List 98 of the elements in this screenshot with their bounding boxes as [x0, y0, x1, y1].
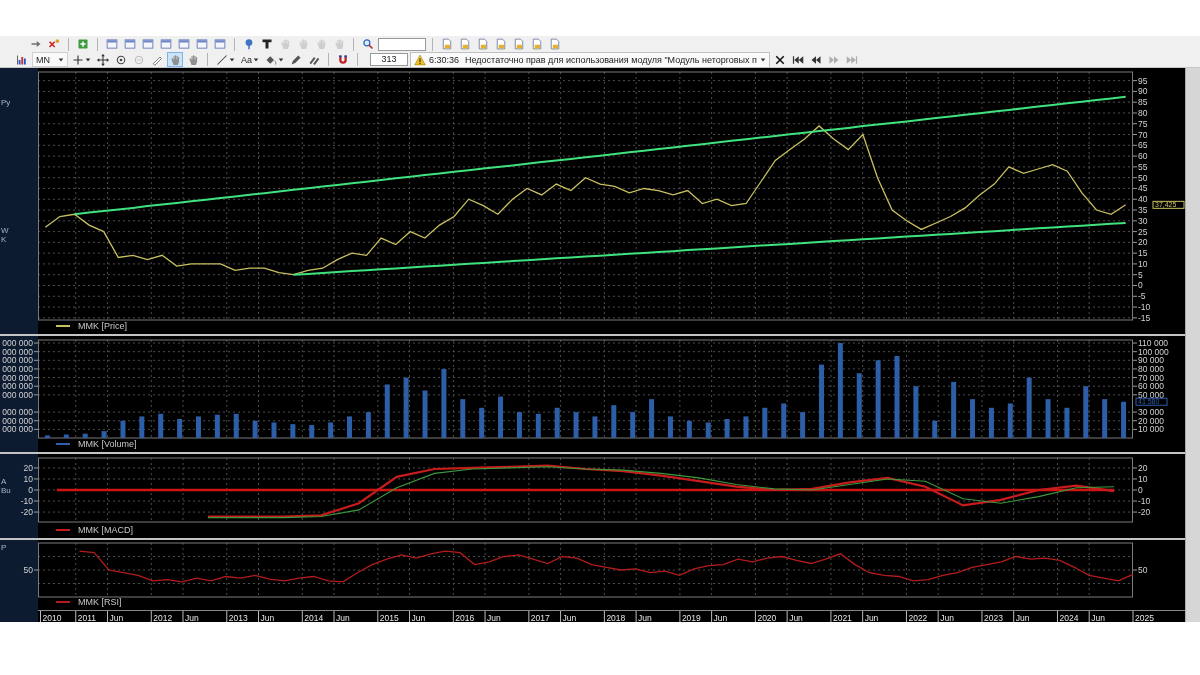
axis-label: 95: [1138, 75, 1148, 86]
axis-label: 000 000: [2, 389, 33, 400]
axis-label: 0: [1138, 280, 1143, 291]
axis-label: 50: [23, 565, 33, 575]
axis-label: 80 000: [1138, 363, 1164, 374]
axis-label: 2018: [606, 612, 626, 622]
axis-label: 110 000: [1138, 338, 1169, 348]
axis-label: Jun: [411, 612, 426, 622]
axis-label: Jun: [1015, 612, 1030, 622]
axis-label: 2013: [228, 612, 248, 622]
axis-label: Jun: [562, 612, 577, 622]
axis-label: 10: [1138, 473, 1148, 484]
axis-label: Jun: [185, 612, 199, 622]
axis-label: 2012: [153, 612, 173, 622]
axis-label: Jun: [940, 612, 954, 622]
axis-label: Jun: [713, 612, 728, 622]
axis-label: 85: [1138, 97, 1148, 108]
axis-label: 50: [1138, 172, 1148, 183]
axis-label: 000 000: [2, 372, 33, 383]
axis-label: 20: [23, 462, 33, 473]
sidebar-label: Bu: [1, 486, 11, 496]
axis-label: -20: [20, 507, 33, 518]
axis-label: 000 000: [2, 415, 33, 426]
axis-label: 45: [1138, 183, 1148, 194]
axis-label: 20: [1138, 462, 1148, 473]
legend-label: MMK [RSI]: [78, 597, 122, 607]
axis-label: Jun: [109, 612, 124, 622]
axis-label: 2014: [304, 612, 324, 622]
legend-label: MMK [Volume]: [78, 439, 137, 449]
text-style-button[interactable]: Aa: [239, 52, 261, 67]
axis-label: 2011: [77, 612, 97, 622]
axis-label: 000 000: [2, 338, 33, 348]
axis-label: 50 000: [1138, 389, 1164, 400]
axis-label: 40: [1138, 194, 1148, 205]
sidebar-label: W: [1, 225, 9, 235]
axis-label: Jun: [487, 612, 501, 622]
axis-label: -10: [1138, 302, 1151, 313]
axis-label: 75: [1138, 118, 1148, 129]
sidebar-label: K: [1, 235, 7, 245]
axis-label: 65: [1138, 140, 1148, 151]
axis-label: 2022: [908, 612, 928, 622]
axis-label: 2025: [1135, 612, 1154, 622]
axis-label: Jun: [336, 612, 350, 622]
axis-label: 15: [1138, 248, 1148, 259]
axis-label: 000 000: [2, 346, 33, 357]
axis-label: 0: [1138, 485, 1143, 495]
axis-label: Jun: [864, 612, 879, 622]
axis-label: 5: [1138, 269, 1143, 280]
axis-label: 70 000: [1138, 372, 1164, 383]
axis-label: 2017: [530, 612, 550, 622]
axis-label: 50: [1138, 565, 1148, 575]
axis-label: -15: [1138, 312, 1151, 323]
axis-label: 2024: [1059, 612, 1079, 622]
axis-label: 0: [28, 485, 33, 495]
sidebar-label: A: [1, 477, 7, 487]
axis-label: -5: [1138, 291, 1146, 302]
axis-label: Jun: [789, 612, 803, 622]
axis-label: -10: [1138, 496, 1151, 507]
axis-label: 30: [1138, 215, 1148, 226]
axis-label: 2020: [757, 612, 777, 622]
axis-label: 90: [1138, 86, 1148, 97]
axis-label: 35: [1138, 205, 1148, 215]
axis-label: 000 000: [2, 424, 33, 435]
axis-label: 10 000: [1138, 424, 1164, 435]
axis-label: 000 000: [2, 355, 33, 366]
axis-label: 100 000: [1138, 346, 1169, 357]
axis-label: 90 000: [1138, 355, 1164, 366]
axis-label: -10: [20, 496, 33, 507]
axis-label: 000 000: [2, 363, 33, 374]
timeframe-dropdown[interactable]: MN: [32, 52, 68, 67]
axis-label: 000 000: [2, 407, 33, 418]
axis-label: 60: [1138, 151, 1148, 162]
axis-label: Jun: [638, 612, 652, 622]
axis-label: 30 000: [1138, 407, 1164, 418]
axis-label: 2019: [681, 612, 701, 622]
axis-label: 60 000: [1138, 381, 1164, 392]
sidebar-label: Py: [1, 98, 11, 108]
axis-label: 55: [1138, 161, 1148, 172]
axis-label: 2015: [379, 612, 399, 622]
axis-label: 2010: [42, 612, 62, 622]
legend-label: MMK [MACD]: [78, 525, 133, 535]
axis-label: 70: [1138, 129, 1148, 140]
axis-label: Jun: [1091, 612, 1105, 622]
axis-label: 2016: [455, 612, 475, 622]
axis-label: 20: [1138, 237, 1148, 248]
axis-label: 25: [1138, 226, 1148, 237]
axis-label: Jun: [260, 612, 275, 622]
sidebar-label: P: [1, 542, 7, 552]
axis-label: 10: [23, 473, 33, 484]
input-field[interactable]: 313: [370, 53, 408, 66]
axis-label: 10: [1138, 258, 1148, 269]
axis-label: 000 000: [2, 381, 33, 392]
axis-label: 2021: [832, 612, 852, 622]
legend-label: MMK [Price]: [78, 321, 127, 331]
axis-label: -20: [1138, 507, 1151, 518]
axis-label: 20 000: [1138, 415, 1164, 426]
axis-label: 2023: [983, 612, 1003, 622]
axis-label: 80: [1138, 107, 1148, 118]
